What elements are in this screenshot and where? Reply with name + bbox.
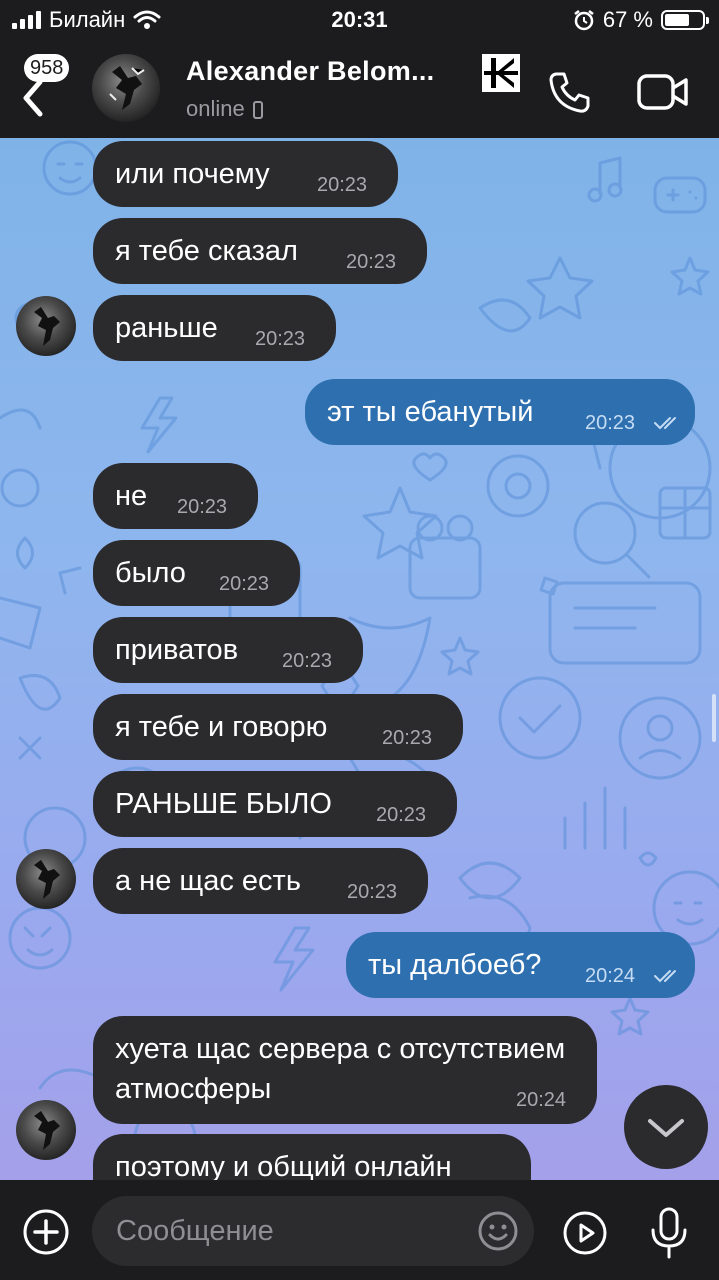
- message-text: я тебе сказал: [115, 235, 298, 267]
- message-text: РАНЬШЕ БЫЛО: [115, 788, 332, 820]
- message-text: раньше: [115, 312, 218, 344]
- battery-percent: 67 %: [602, 7, 653, 32]
- message-bubble[interactable]: эт ты ебанутый 20:23: [305, 379, 695, 445]
- message-bubble[interactable]: РАНЬШЕ БЫЛО 20:23: [93, 771, 457, 837]
- brand-logo: [482, 54, 520, 92]
- scrollbar[interactable]: [712, 694, 716, 742]
- chat-header: 958 Alexander Belom... online: [0, 40, 719, 138]
- message-text: приватов: [115, 634, 239, 666]
- double-check-icon: [654, 417, 676, 430]
- mic-icon[interactable]: [648, 1206, 690, 1260]
- message-bubble[interactable]: не 20:23: [93, 463, 258, 529]
- message-time: 20:23: [177, 496, 228, 518]
- message-bubble[interactable]: раньше 20:23: [93, 295, 336, 361]
- message-time: 20:23: [376, 804, 427, 826]
- message-text: ты далбоеб?: [368, 949, 542, 981]
- message-time: 20:24: [516, 1089, 567, 1111]
- alarm-icon: [574, 10, 594, 31]
- contact-status-text: online: [186, 96, 245, 121]
- sender-avatar[interactable]: [16, 1100, 76, 1160]
- message-input[interactable]: Сообщение: [92, 1196, 534, 1266]
- message-bubble[interactable]: а не щас есть 20:23: [93, 848, 428, 914]
- message-text: было: [115, 557, 186, 589]
- battery-icon: [661, 10, 709, 30]
- chevron-down-icon: [648, 1119, 684, 1137]
- double-check-icon: [654, 970, 676, 983]
- message-bubble[interactable]: было 20:23: [93, 540, 300, 606]
- message-time: 20:23: [219, 573, 270, 595]
- sticker-icon[interactable]: [562, 1210, 608, 1256]
- plus-icon[interactable]: [22, 1208, 70, 1256]
- unread-badge: 958: [24, 54, 70, 82]
- message-bubble[interactable]: поэтому и общий онлайн: [93, 1134, 531, 1180]
- message-text: не: [115, 480, 148, 512]
- message-text: я тебе и говорю: [115, 711, 328, 743]
- scroll-down-button[interactable]: [624, 1085, 708, 1169]
- message-bubble[interactable]: ты далбоеб? 20:24: [346, 932, 695, 998]
- mobile-device-icon: [252, 101, 263, 119]
- phone-icon[interactable]: [546, 68, 594, 116]
- contact-avatar[interactable]: [92, 54, 160, 122]
- message-time: 20:23: [317, 174, 368, 196]
- contact-name[interactable]: Alexander Belom...: [186, 56, 434, 87]
- contact-status: online: [186, 96, 263, 122]
- input-bar: Сообщение: [0, 1180, 719, 1280]
- sender-avatar[interactable]: [16, 296, 76, 356]
- emoji-icon[interactable]: [476, 1209, 520, 1253]
- message-text: или почему: [115, 158, 270, 190]
- message-text: хуета щас сервера с отсутствием атмосфер…: [115, 1033, 566, 1105]
- status-bar: Билайн 20:31 67 %: [0, 0, 719, 40]
- message-bubble[interactable]: хуета щас сервера с отсутствием атмосфер…: [93, 1016, 597, 1124]
- message-bubble[interactable]: или почему 20:23: [93, 141, 398, 207]
- message-text: поэтому и общий онлайн: [115, 1151, 452, 1180]
- message-time: 20:23: [585, 412, 636, 434]
- message-input-placeholder: Сообщение: [116, 1215, 274, 1247]
- message-time: 20:23: [255, 328, 306, 350]
- sender-avatar[interactable]: [16, 849, 76, 909]
- chat-area[interactable]: или почему 20:23 я тебе сказал 20:23 ран…: [0, 138, 719, 1180]
- message-time: 20:23: [346, 251, 397, 273]
- message-time: 20:24: [585, 965, 636, 987]
- message-time: 20:23: [282, 650, 333, 672]
- message-bubble[interactable]: я тебе и говорю 20:23: [93, 694, 463, 760]
- message-bubble[interactable]: я тебе сказал 20:23: [93, 218, 427, 284]
- message-time: 20:23: [382, 727, 433, 749]
- message-bubble[interactable]: приватов 20:23: [93, 617, 363, 683]
- video-icon[interactable]: [636, 68, 690, 116]
- message-time: 20:23: [347, 881, 398, 903]
- message-text: эт ты ебанутый: [327, 396, 534, 428]
- message-text: а не щас есть: [115, 865, 301, 897]
